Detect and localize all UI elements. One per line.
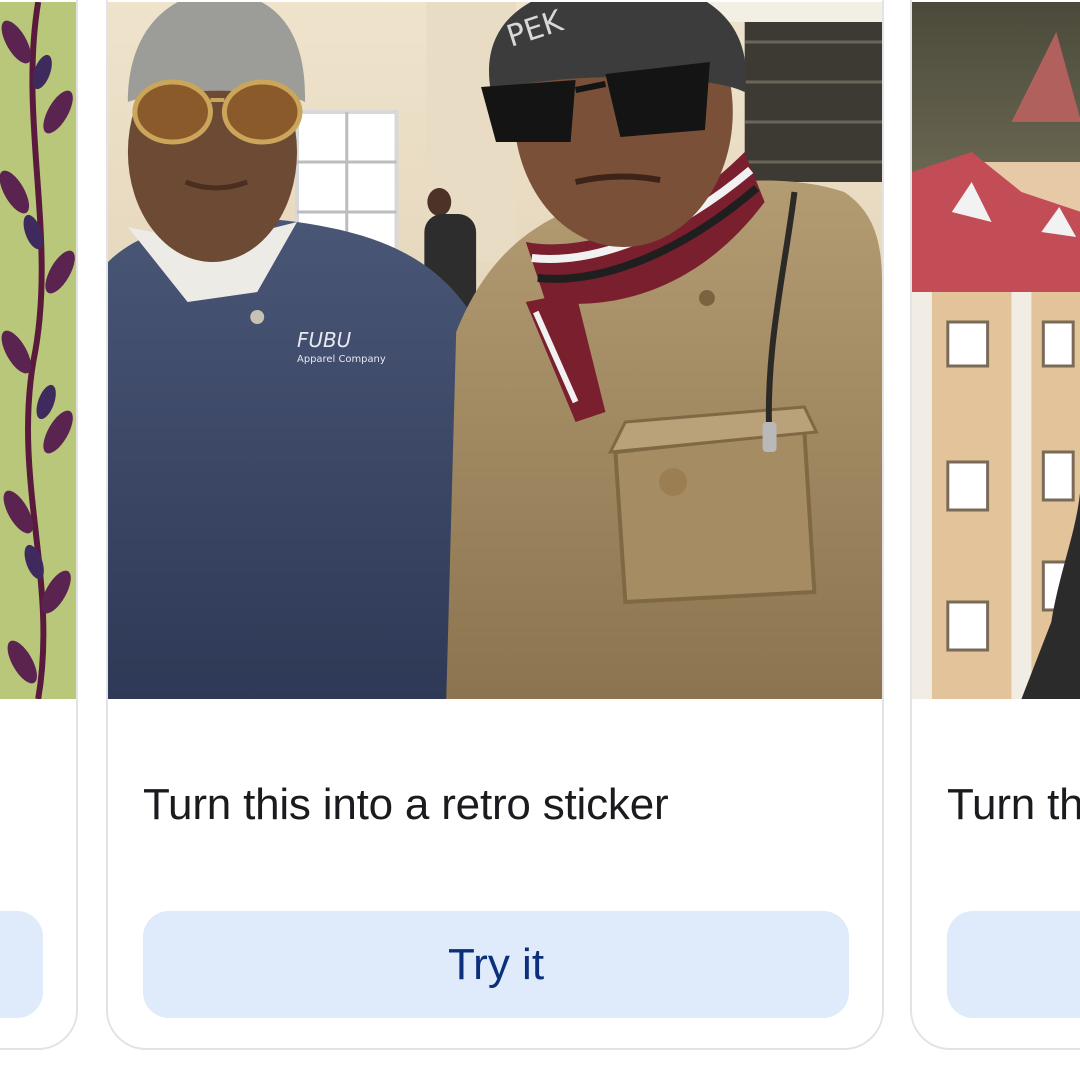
card-photo-selfie: FUBU Apparel Company PEK xyxy=(108,2,882,699)
suggestion-card-previous[interactable] xyxy=(0,0,78,1050)
floral-curtain-image xyxy=(0,2,76,699)
two-men-selfie-image: FUBU Apparel Company PEK xyxy=(108,2,882,699)
card-photo-floral xyxy=(0,2,76,699)
suggestion-card-next[interactable]: Turn th xyxy=(910,0,1080,1050)
card-caption: Turn this into a retro sticker xyxy=(143,780,669,829)
card-caption: Turn th xyxy=(947,780,1080,829)
suggestion-card-current[interactable]: FUBU Apparel Company PEK Turn this into … xyxy=(106,0,884,1050)
pink-roof-building-image xyxy=(912,2,1080,699)
try-it-button[interactable] xyxy=(947,911,1080,1018)
try-it-button[interactable] xyxy=(0,911,43,1018)
suggestion-carousel[interactable]: FUBU Apparel Company PEK Turn this into … xyxy=(0,0,1080,1080)
try-it-button[interactable]: Try it xyxy=(143,911,849,1018)
jacket-brand-subtext: Apparel Company xyxy=(297,354,386,365)
jacket-brand-text: FUBU xyxy=(297,328,352,352)
card-photo-building xyxy=(912,2,1080,699)
